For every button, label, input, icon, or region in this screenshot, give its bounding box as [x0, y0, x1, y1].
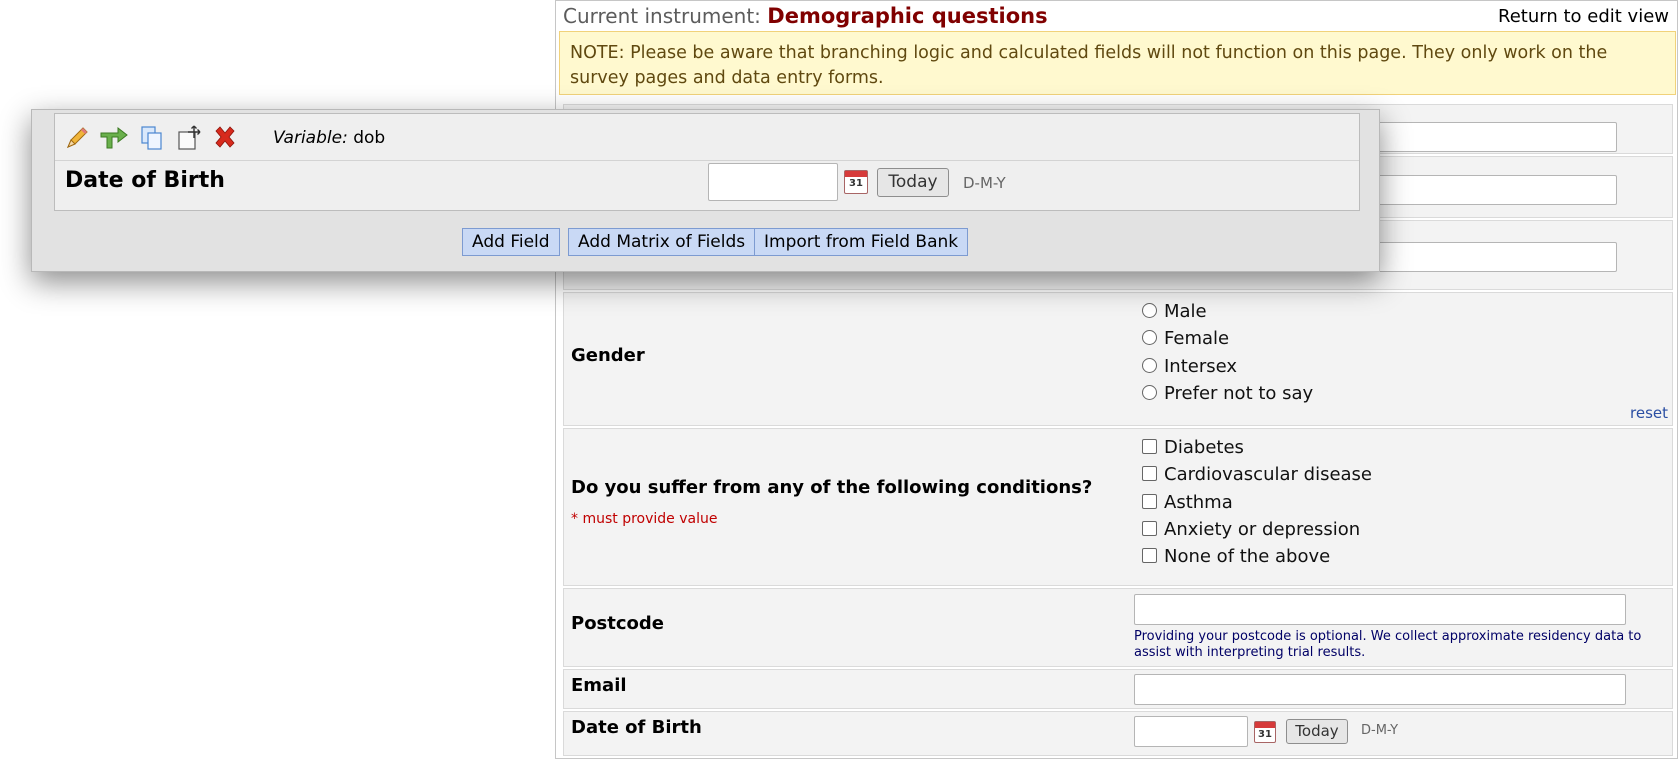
editor-date-format-hint: D-M-Y: [963, 174, 1006, 192]
current-instrument-label: Current instrument:: [563, 4, 761, 28]
radio-option-label: Female: [1164, 328, 1230, 349]
move-icon[interactable]: [175, 124, 203, 152]
radio-button[interactable]: [1142, 330, 1157, 345]
radio-option-label: Male: [1164, 301, 1207, 322]
checkbox[interactable]: [1142, 521, 1157, 536]
import-field-bank-button[interactable]: Import from Field Bank: [754, 228, 969, 256]
field-row-gender: Gender Male Female Intersex Prefer not t…: [563, 292, 1673, 426]
field-editor-overlay: Variable: dob Date of Birth 31 Today D-M…: [31, 109, 1380, 272]
radio-option-label: Intersex: [1164, 356, 1238, 377]
radio-button[interactable]: [1142, 303, 1157, 318]
checkbox-option[interactable]: Diabetes: [1142, 435, 1244, 461]
checkbox-option-label: Anxiety or depression: [1164, 519, 1361, 540]
variable-name: dob: [353, 128, 386, 148]
radio-option[interactable]: Female: [1142, 326, 1229, 352]
return-to-edit-link[interactable]: Return to edit view: [1498, 6, 1669, 27]
radio-option[interactable]: Male: [1142, 299, 1207, 325]
today-button[interactable]: Today: [1286, 719, 1348, 744]
editor-field-label: Date of Birth: [65, 168, 225, 193]
checkbox-option-label: Cardiovascular disease: [1164, 464, 1373, 485]
gender-label: Gender: [571, 345, 645, 366]
field-row-email: Email: [563, 669, 1673, 709]
radio-option[interactable]: Prefer not to say: [1142, 381, 1313, 407]
editor-toolbar: Variable: dob: [55, 114, 1359, 161]
radio-option[interactable]: Intersex: [1142, 354, 1237, 380]
field-row-postcode: Postcode Providing your postcode is opti…: [563, 588, 1673, 667]
postcode-help-note: Providing your postcode is optional. We …: [1134, 629, 1642, 660]
email-input[interactable]: [1134, 674, 1626, 705]
calendar-day: 31: [1258, 729, 1272, 740]
add-field-button[interactable]: Add Field: [462, 228, 560, 256]
checkbox-option-label: None of the above: [1164, 546, 1331, 567]
current-instrument: Current instrument: Demographic question…: [563, 4, 1048, 28]
radio-option-label: Prefer not to say: [1164, 383, 1314, 404]
checkbox[interactable]: [1142, 466, 1157, 481]
instrument-header: Current instrument: Demographic question…: [556, 1, 1677, 31]
variable-prefix: Variable:: [273, 128, 348, 148]
checkbox-option-label: Diabetes: [1164, 437, 1244, 458]
conditions-label: Do you suffer from any of the following …: [571, 477, 1093, 498]
editor-field-box: Variable: dob Date of Birth 31 Today D-M…: [54, 113, 1360, 211]
branching-logic-icon[interactable]: [98, 124, 130, 152]
postcode-input[interactable]: [1134, 594, 1626, 625]
pencil-icon[interactable]: [63, 124, 91, 152]
checkbox[interactable]: [1142, 548, 1157, 563]
calendar-icon[interactable]: 31: [844, 170, 868, 194]
field-row-dob: Date of Birth 31 Today D-M-Y: [563, 711, 1673, 756]
delete-icon[interactable]: [211, 124, 239, 152]
checkbox-option[interactable]: Anxiety or depression: [1142, 517, 1360, 543]
dob-label: Date of Birth: [571, 717, 702, 738]
variable-name-display: Variable: dob: [273, 128, 385, 148]
radio-button[interactable]: [1142, 385, 1157, 400]
required-note: * must provide value: [571, 511, 718, 527]
add-matrix-button[interactable]: Add Matrix of Fields: [568, 228, 756, 256]
checkbox-option[interactable]: None of the above: [1142, 544, 1330, 570]
checkbox-option[interactable]: Cardiovascular disease: [1142, 462, 1372, 488]
copy-icon[interactable]: [138, 124, 166, 152]
postcode-label: Postcode: [571, 613, 665, 634]
checkbox[interactable]: [1142, 494, 1157, 509]
calendar-icon[interactable]: 31: [1254, 721, 1276, 743]
editor-dob-input[interactable]: [708, 163, 838, 201]
email-label: Email: [571, 675, 627, 696]
checkbox-option[interactable]: Asthma: [1142, 490, 1233, 516]
dob-input[interactable]: [1134, 716, 1248, 747]
checkbox[interactable]: [1142, 439, 1157, 454]
gender-reset-link[interactable]: reset: [1630, 404, 1668, 422]
checkbox-option-label: Asthma: [1164, 492, 1233, 513]
branching-note: NOTE: Please be aware that branching log…: [559, 31, 1676, 95]
radio-button[interactable]: [1142, 358, 1157, 373]
date-format-hint: D-M-Y: [1361, 723, 1399, 738]
field-row-conditions: Do you suffer from any of the following …: [563, 428, 1673, 586]
calendar-day: 31: [849, 178, 863, 189]
instrument-name: Demographic questions: [767, 4, 1048, 28]
editor-today-button[interactable]: Today: [877, 168, 949, 197]
